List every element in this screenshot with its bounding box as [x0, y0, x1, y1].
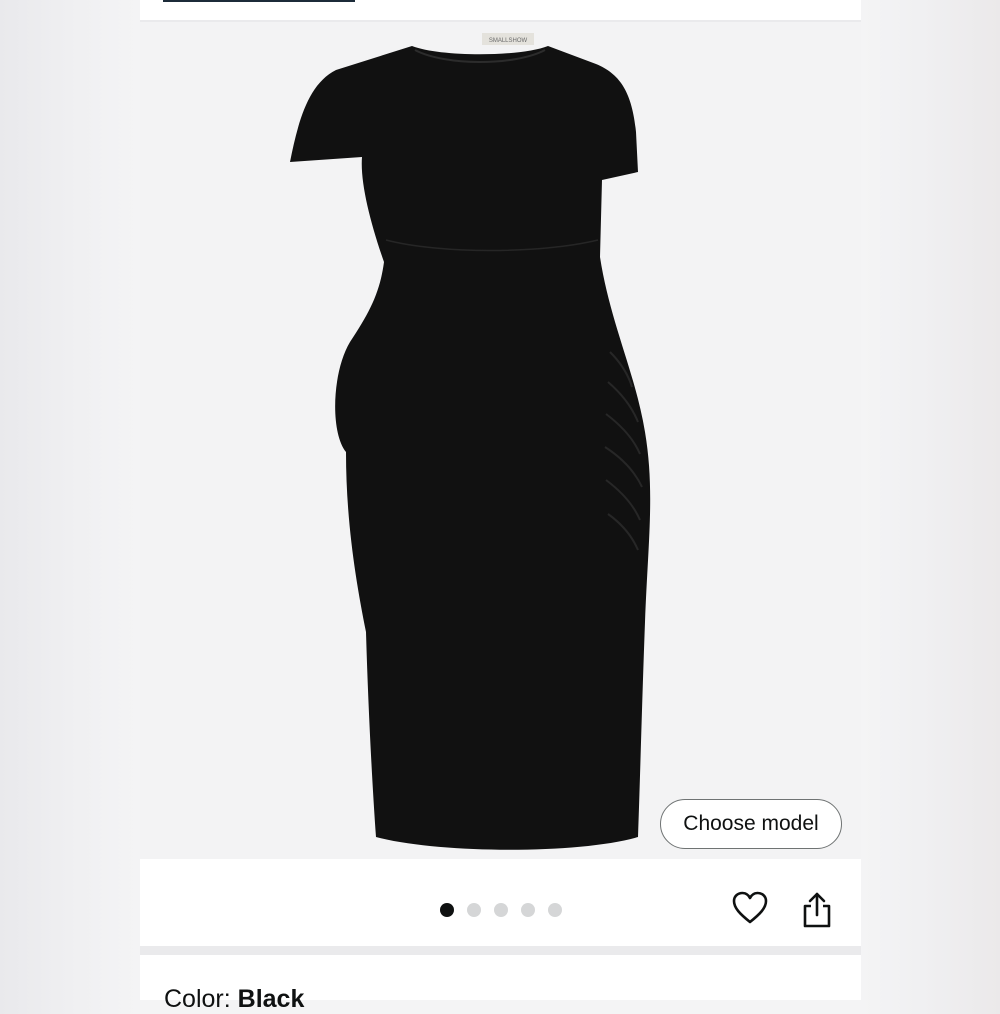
choose-model-button[interactable]: Choose model — [660, 799, 842, 849]
active-tab-indicator — [163, 0, 355, 2]
heart-icon[interactable] — [732, 891, 768, 925]
product-image: SMALLSHOW — [290, 33, 651, 850]
color-label: Color: — [164, 985, 231, 1013]
product-page: SMALLSHOW Choose model Color: Black — [140, 0, 861, 1013]
pagination-dot[interactable] — [548, 903, 562, 917]
pagination-dot[interactable] — [521, 903, 535, 917]
svg-text:SMALLSHOW: SMALLSHOW — [489, 38, 528, 44]
product-image-gallery[interactable]: SMALLSHOW Choose model — [140, 22, 861, 859]
share-icon[interactable] — [800, 891, 834, 929]
pagination-dot[interactable] — [467, 903, 481, 917]
gallery-controls — [140, 859, 861, 946]
pagination-dot[interactable] — [494, 903, 508, 917]
color-value: Black — [237, 985, 305, 1013]
pagination-dot[interactable] — [440, 903, 454, 917]
color-selector: Color: Black — [140, 955, 861, 1013]
top-card — [140, 0, 861, 20]
image-pagination — [440, 903, 562, 917]
